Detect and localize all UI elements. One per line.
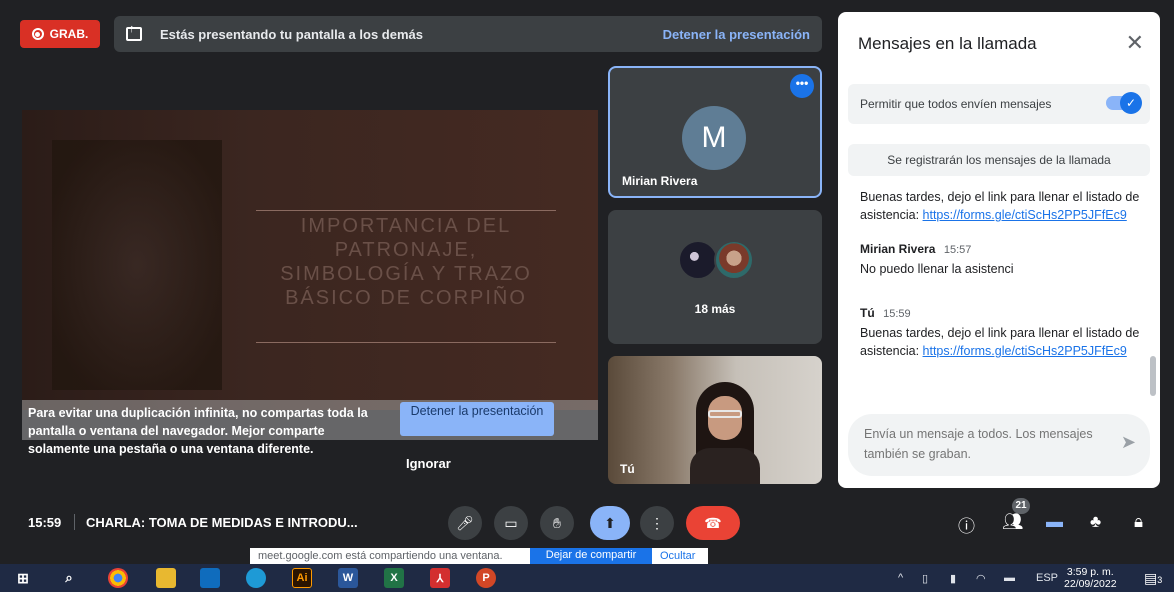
self-video [690, 382, 760, 484]
avatar: M [682, 106, 746, 170]
hand-icon: ✋︎ [553, 514, 561, 531]
participant-tile-self[interactable]: Tú [608, 356, 822, 484]
chat-message-input[interactable] [864, 424, 1104, 468]
close-icon[interactable]: ✕ [1126, 30, 1144, 56]
microphone-icon[interactable]: ▮ [950, 572, 956, 585]
end-call-button[interactable]: ☎︎ [686, 506, 740, 540]
chat-message-link[interactable]: https://forms.gle/ctiScHs2PP5JFfEc9 [923, 208, 1127, 222]
chat-panel: Mensajes en la llamada ✕ Permitir que to… [838, 12, 1160, 488]
hide-notification-link[interactable]: Ocultar [660, 550, 695, 562]
meeting-time: 15:59 [28, 515, 62, 530]
separator [74, 514, 75, 530]
more-options-button[interactable]: ⋮ [640, 506, 674, 540]
check-icon: ✓ [1120, 92, 1142, 114]
presenting-banner: Estás presentando tu pantalla a los demá… [114, 16, 822, 52]
powerpoint-icon[interactable]: P [476, 568, 496, 588]
participant-name: Tú [620, 462, 635, 476]
shared-screen: IMPORTANCIA DEL PATRONAJE, SIMBOLOGÍA Y … [22, 110, 598, 410]
chat-message-link[interactable]: https://forms.gle/ctiScHs2PP5JFfEc9 [923, 344, 1127, 358]
permission-row: Permitir que todos envíen mensajes ✓ [848, 84, 1150, 124]
clock-time: 3:59 p. m. [1066, 566, 1114, 578]
more-options-icon[interactable]: ••• [790, 74, 814, 98]
windows-start-icon[interactable]: ⊞ [14, 568, 32, 588]
raise-hand-button[interactable]: ✋︎ [540, 506, 574, 540]
acrobat-icon[interactable]: ⅄ [430, 568, 450, 588]
slide-divider-top [256, 210, 556, 211]
meet-window: GRAB. Estás presentando tu pantalla a lo… [0, 0, 1174, 592]
device-icon[interactable]: ▯ [922, 572, 928, 585]
send-icon[interactable]: ➤ [1121, 432, 1136, 453]
camera-button[interactable]: ▭ [494, 506, 528, 540]
meeting-title: CHARLA: TOMA DE MEDIDAS E INTRODU... [86, 515, 358, 530]
avatar [714, 240, 754, 280]
host-controls-icon[interactable]: 🔒︎ [1134, 512, 1143, 532]
chat-message-author: Tú [860, 306, 875, 320]
info-icon[interactable]: ⓘ [958, 512, 975, 537]
slide-title-line: SIMBOLOGÍA Y TRAZO [280, 263, 532, 285]
excel-icon[interactable]: X [384, 568, 404, 588]
language-indicator[interactable]: ESP [1036, 572, 1058, 584]
chat-message: Buenas tardes, dejo el link para llenar … [860, 324, 1150, 360]
illustrator-icon[interactable]: Ai [292, 568, 312, 588]
microphone-button[interactable]: 🎤︎ [448, 506, 482, 540]
chat-message-header: Mirian Rivera 15:57 [860, 240, 1150, 258]
windows-taskbar: ⊞ ⌕ Ai W X ⅄ P ^ ▯ ▮ ◠ ▬ ESP 3:59 p. m. … [0, 564, 1174, 592]
chat-scrollbar[interactable] [1150, 356, 1156, 396]
chrome-icon[interactable] [108, 568, 128, 588]
present-button[interactable]: ⬆ [590, 506, 630, 540]
chat-icon[interactable]: ▬ [1046, 512, 1063, 532]
present-screen-icon [126, 23, 142, 41]
outlook-icon[interactable] [200, 568, 220, 588]
more-vert-icon: ⋮ [650, 514, 664, 531]
chat-messages: Buenas tardes, dejo el link para llenar … [860, 188, 1150, 408]
record-icon [31, 28, 44, 40]
chat-message: Buenas tardes, dejo el link para llenar … [860, 188, 1150, 224]
warning-ignore-button[interactable]: Ignorar [406, 456, 451, 471]
activities-icon[interactable]: ♣ [1090, 512, 1101, 532]
permission-label: Permitir que todos envíen mensajes [860, 97, 1052, 111]
phone-hangup-icon: ☎︎ [704, 514, 722, 531]
share-notification-text: meet.google.com está compartiendo una ve… [258, 550, 503, 562]
stop-presenting-link[interactable]: Detener la presentación [663, 27, 810, 42]
notification-count: 3 [1157, 575, 1163, 585]
chat-message-time: 15:59 [883, 308, 911, 320]
more-participants-label: 18 más [694, 302, 736, 316]
battery-icon[interactable]: ▬ [1004, 572, 1015, 584]
slide-title-line: PATRONAJE, [334, 239, 478, 261]
file-explorer-icon[interactable] [156, 568, 176, 588]
warning-stop-presenting-button[interactable]: Detener la presentación [400, 402, 554, 436]
chevron-up-icon[interactable]: ^ [898, 572, 903, 584]
participant-tile-mirian[interactable]: M ••• Mirian Rivera [608, 66, 822, 198]
chat-compose: ➤ [848, 414, 1150, 476]
presenting-text: Estás presentando tu pantalla a los demá… [160, 26, 423, 42]
chat-record-note: Se registrarán los mensajes de la llamad… [848, 144, 1150, 176]
people-icon[interactable]: 👥︎ [1002, 512, 1024, 532]
slide-title-line: IMPORTANCIA DEL [300, 215, 512, 237]
edge-icon[interactable] [246, 568, 266, 588]
clock-date: 22/09/2022 [1064, 578, 1117, 590]
slide-title: IMPORTANCIA DEL PATRONAJE, SIMBOLOGÍA Y … [256, 214, 556, 310]
avatar [678, 240, 718, 280]
recording-label: GRAB. [49, 27, 89, 41]
recording-badge[interactable]: GRAB. [20, 20, 100, 48]
search-icon[interactable]: ⌕ [60, 568, 78, 588]
participant-name: Mirian Rivera [622, 174, 698, 188]
present-screen-icon: ⬆ [604, 514, 616, 531]
warning-text: Para evitar una duplicación infinita, no… [28, 406, 368, 456]
microphone-icon: 🎤︎ [456, 514, 474, 531]
camera-icon: ▭ [504, 514, 518, 531]
participant-tile-others[interactable]: 18 más [608, 210, 822, 344]
slide-divider-bottom [256, 342, 556, 343]
notifications-icon[interactable]: ▤3 [1144, 570, 1162, 586]
chat-message-text: No puedo llenar la asistenci [860, 262, 1014, 276]
chat-title: Mensajes en la llamada [858, 34, 1037, 53]
chat-message-time: 15:57 [943, 244, 972, 256]
wifi-icon[interactable]: ◠ [976, 572, 986, 585]
word-icon[interactable]: W [338, 568, 358, 588]
clock[interactable]: 3:59 p. m. 22/09/2022 [1064, 566, 1117, 590]
chat-message-author: Mirian Rivera [860, 242, 936, 256]
allow-messages-toggle[interactable]: ✓ [1106, 92, 1142, 114]
slide-title-line: BÁSICO DE CORPIÑO [285, 287, 527, 309]
chat-message-header: Tú 15:59 [860, 304, 1150, 322]
